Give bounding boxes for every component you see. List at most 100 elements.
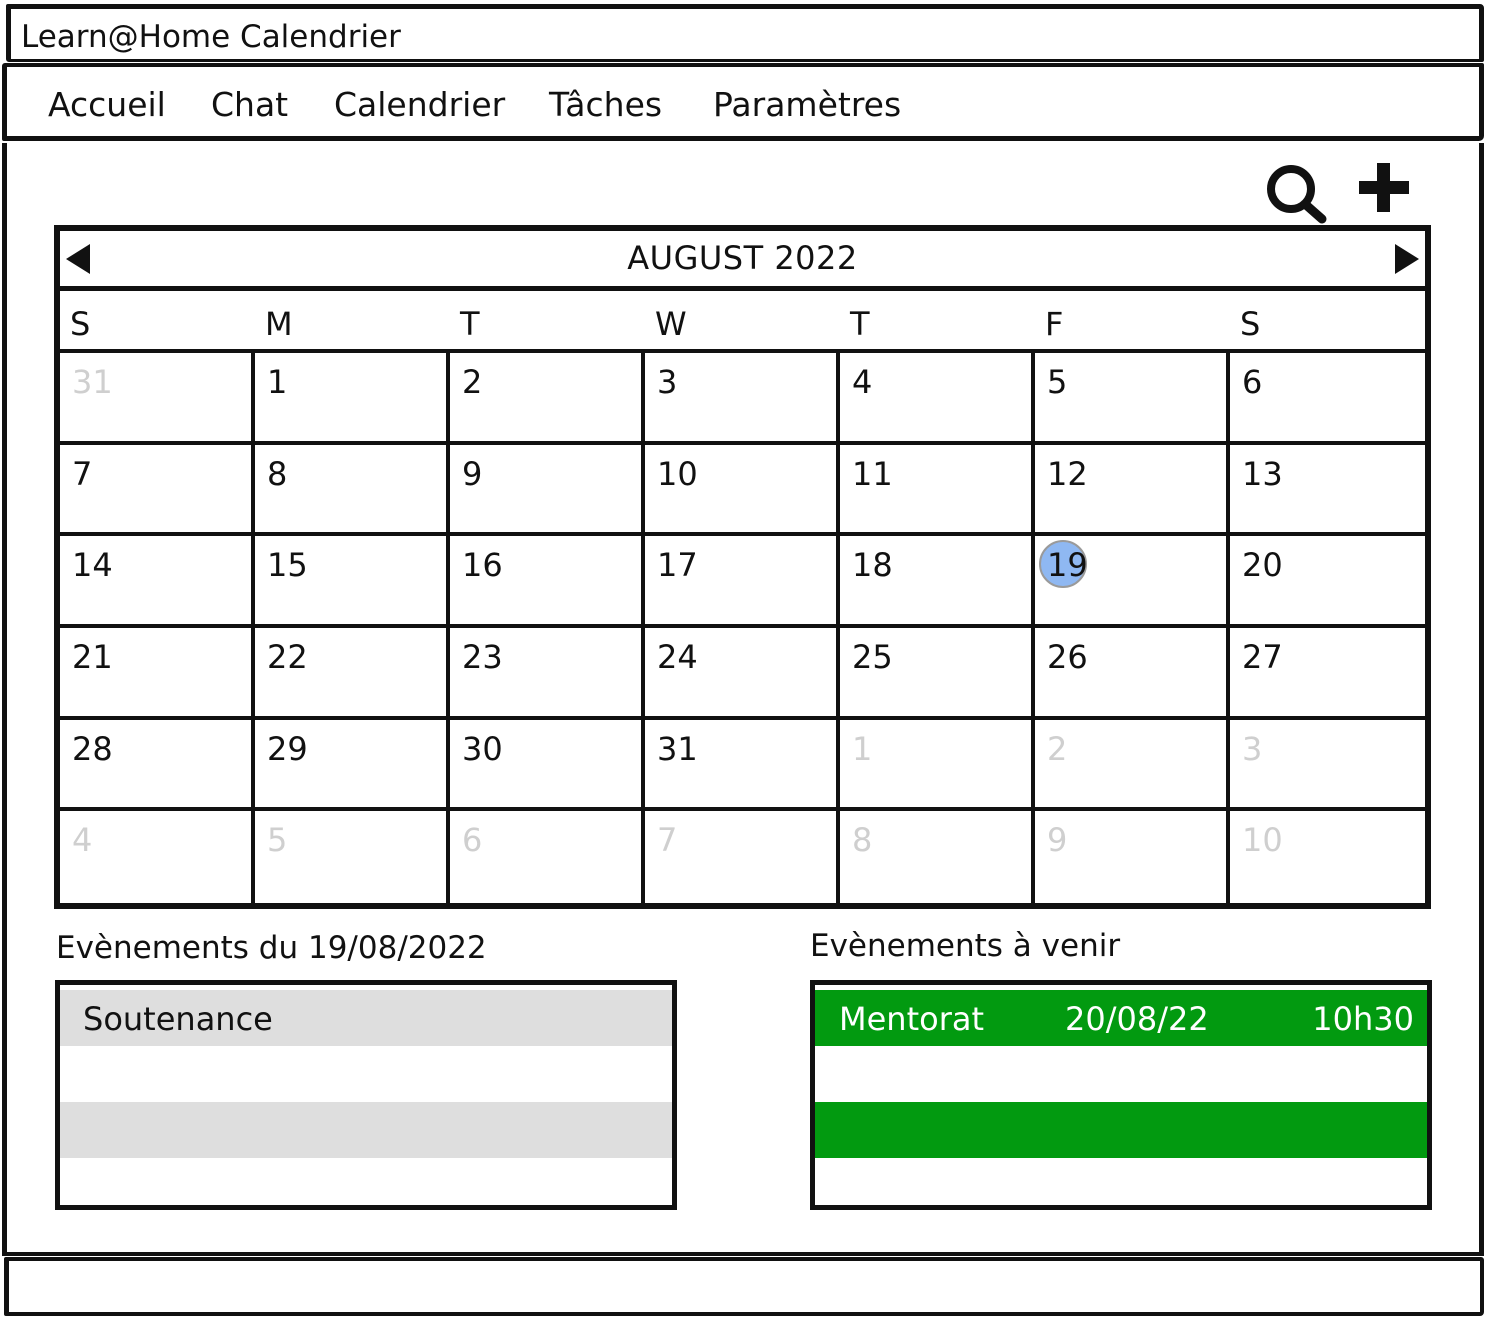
nav-item-calendrier[interactable]: Calendrier (334, 85, 505, 124)
calendar-day-cell[interactable]: 31 (645, 719, 840, 812)
day-number: 11 (852, 454, 893, 493)
calendar-day-cell[interactable]: 28 (60, 719, 255, 812)
day-number: 8 (267, 454, 288, 493)
calendar-day-cell[interactable]: 6 (450, 811, 645, 903)
nav-item-parametres[interactable]: Paramètres (713, 85, 901, 124)
day-number: 7 (72, 454, 93, 493)
calendar-day-cell[interactable]: 29 (255, 719, 450, 812)
weekday-label: S (70, 305, 91, 343)
nav-bar: Accueil Chat Calendrier Tâches Paramètre… (2, 63, 1484, 141)
nav-item-accueil[interactable]: Accueil (48, 85, 166, 124)
day-number: 6 (1242, 363, 1263, 401)
calendar-day-cell[interactable]: 12 (1035, 444, 1230, 537)
calendar-day-cell[interactable]: 2 (1035, 719, 1230, 812)
calendar-day-cell[interactable]: 13 (1230, 445, 1425, 537)
calendar-day-cell[interactable]: 10 (645, 444, 840, 537)
calendar-day-cell[interactable]: 17 (645, 536, 840, 628)
day-events-title: Evènements du 19/08/2022 (56, 930, 487, 966)
calendar-day-cell[interactable]: 1 (255, 353, 450, 445)
calendar-day-cell[interactable]: 5 (1035, 353, 1230, 445)
calendar-day-cell[interactable]: 21 (60, 628, 255, 720)
event-date: 20/08/22 (1065, 1000, 1209, 1038)
day-number: 1 (852, 729, 873, 768)
day-number: 12 (1047, 454, 1088, 493)
calendar-day-cell[interactable]: 16 (450, 536, 645, 628)
calendar-day-cell[interactable]: 22 (255, 628, 450, 720)
day-number: 13 (1242, 454, 1283, 493)
calendar-day-cell[interactable]: 3 (1230, 720, 1425, 812)
weekday-label: F (1045, 305, 1064, 343)
weekday-label: W (655, 305, 687, 343)
calendar-day-cell[interactable]: 7 (60, 444, 255, 537)
calendar-day-cell[interactable]: 10 (1230, 811, 1425, 903)
day-number: 5 (267, 821, 288, 860)
calendar-day-cell[interactable]: 26 (1035, 628, 1230, 720)
day-number: 23 (462, 638, 503, 676)
list-item[interactable]: Mentorat 20/08/22 10h30 (815, 990, 1427, 1046)
calendar-day-cell[interactable]: 15 (255, 536, 450, 628)
calendar-day-cell[interactable]: 25 (840, 628, 1035, 720)
calendar-day-cell[interactable]: 14 (60, 536, 255, 628)
day-number: 4 (72, 821, 93, 860)
calendar-day-cell[interactable]: 27 (1230, 628, 1425, 720)
calendar-day-cell[interactable]: 23 (450, 628, 645, 720)
day-number: 25 (852, 638, 893, 676)
calendar-day-cell[interactable]: 7 (645, 811, 840, 903)
calendar-day-cell[interactable]: 30 (450, 719, 645, 812)
calendar-day-cell[interactable]: 6 (1230, 353, 1425, 445)
day-number: 30 (462, 729, 503, 768)
weekday-label: M (265, 305, 293, 343)
calendar-day-cell[interactable]: 5 (255, 811, 450, 903)
day-number: 28 (72, 729, 113, 768)
calendar-day-cell[interactable]: 9 (1035, 811, 1230, 903)
calendar-day-cell[interactable]: 8 (255, 444, 450, 537)
day-number: 9 (462, 454, 483, 493)
event-time: 10h30 (1312, 1000, 1414, 1038)
list-item-empty (60, 1102, 672, 1158)
calendar-day-cell[interactable]: 11 (840, 444, 1035, 537)
calendar-day-cell[interactable]: 8 (840, 811, 1035, 903)
day-number: 18 (852, 546, 893, 585)
day-number: 29 (267, 729, 308, 768)
nav-item-chat[interactable]: Chat (211, 85, 288, 124)
calendar-day-cell[interactable]: 1 (840, 719, 1035, 812)
day-number: 24 (657, 638, 698, 676)
weekday-label: T (460, 305, 480, 343)
nav-item-taches[interactable]: Tâches (549, 85, 662, 124)
title-bar: Learn@Home Calendrier (6, 4, 1484, 62)
calendar-day-cell[interactable]: 31 (60, 353, 255, 445)
month-calendar: AUGUST 2022 SMTWTFS 31 1 2 3 4 5 6 7 8 9 10 11 12 13 1… (54, 225, 1431, 909)
footer-bar (4, 1257, 1484, 1316)
calendar-day-cell[interactable]: 4 (60, 811, 255, 903)
list-item-empty (815, 1158, 1427, 1205)
list-item-empty (60, 1046, 672, 1102)
calendar-day-cell-selected[interactable]: 19 (1035, 536, 1230, 628)
day-number: 20 (1242, 546, 1283, 585)
month-title: AUGUST 2022 (627, 239, 858, 277)
upcoming-events-list: Mentorat 20/08/22 10h30 (810, 980, 1432, 1210)
list-item-empty (815, 1046, 1427, 1102)
day-number: 16 (462, 546, 503, 585)
weekday-label: T (850, 305, 870, 343)
day-number: 8 (852, 821, 873, 860)
day-number: 26 (1047, 638, 1088, 676)
calendar-day-cell[interactable]: 18 (840, 536, 1035, 628)
calendar-day-cell[interactable]: 9 (450, 444, 645, 537)
event-name: Mentorat (839, 1000, 985, 1038)
calendar-day-cell[interactable]: 24 (645, 628, 840, 720)
list-item[interactable]: Soutenance (60, 990, 672, 1046)
day-number: 9 (1047, 821, 1068, 860)
list-item-empty (60, 1158, 672, 1205)
calendar-day-cell[interactable]: 4 (840, 353, 1035, 445)
app-title: Learn@Home Calendrier (21, 19, 401, 55)
next-month-arrow-icon[interactable] (1395, 244, 1419, 274)
day-number: 14 (72, 546, 113, 585)
event-name: Soutenance (83, 1000, 273, 1038)
calendar-day-cell[interactable]: 2 (450, 353, 645, 445)
calendar-day-cell[interactable]: 3 (645, 353, 840, 445)
search-icon[interactable] (1264, 163, 1328, 225)
day-number: 3 (657, 363, 678, 401)
calendar-day-cell[interactable]: 20 (1230, 536, 1425, 628)
list-item-empty (815, 1102, 1427, 1158)
plus-icon[interactable] (1356, 160, 1412, 216)
